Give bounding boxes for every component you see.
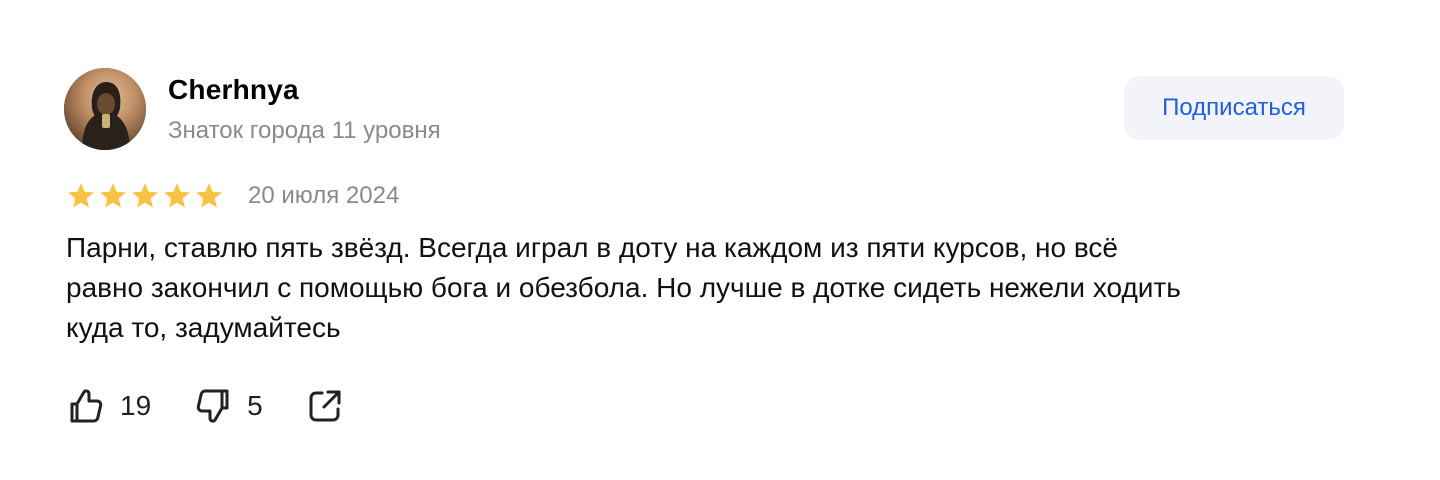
like-count: 19 [120,390,152,421]
like-button[interactable]: 19 [66,386,151,426]
dislike-button[interactable]: 5 [193,386,263,426]
star-icon [164,183,190,208]
review-card: Cherhnya Знаток города 11 уровня Подписа… [0,0,1440,480]
thumbs-up-icon [70,389,103,423]
review-date: 20 июля 2024 [248,182,400,209]
review-actions: 19 5 [66,384,345,428]
review-text-line: Парни, ставлю пять звёзд. Всегда играл в… [66,232,1118,263]
review-text-line: равно закончил с помощью бога и обезбола… [66,272,1181,303]
review-text-line: куда то, задумайтесь [66,312,341,343]
star-icon [132,183,158,208]
thumbs-down-icon [196,389,229,423]
rating-stars [66,181,224,211]
star-icon [68,183,94,208]
author-name[interactable]: Cherhnya [168,74,299,106]
author-rank: Знаток города 11 уровня [168,117,441,144]
dislike-count: 5 [247,390,263,421]
share-icon [309,390,341,422]
author-avatar[interactable] [64,68,146,150]
star-icon [100,183,126,208]
star-icon [196,183,222,208]
avatar-photo-icon [64,68,146,150]
review-text: Парни, ставлю пять звёзд. Всегда играл в… [66,228,1366,348]
share-button[interactable] [305,386,345,426]
subscribe-button[interactable]: Подписаться [1124,76,1344,140]
